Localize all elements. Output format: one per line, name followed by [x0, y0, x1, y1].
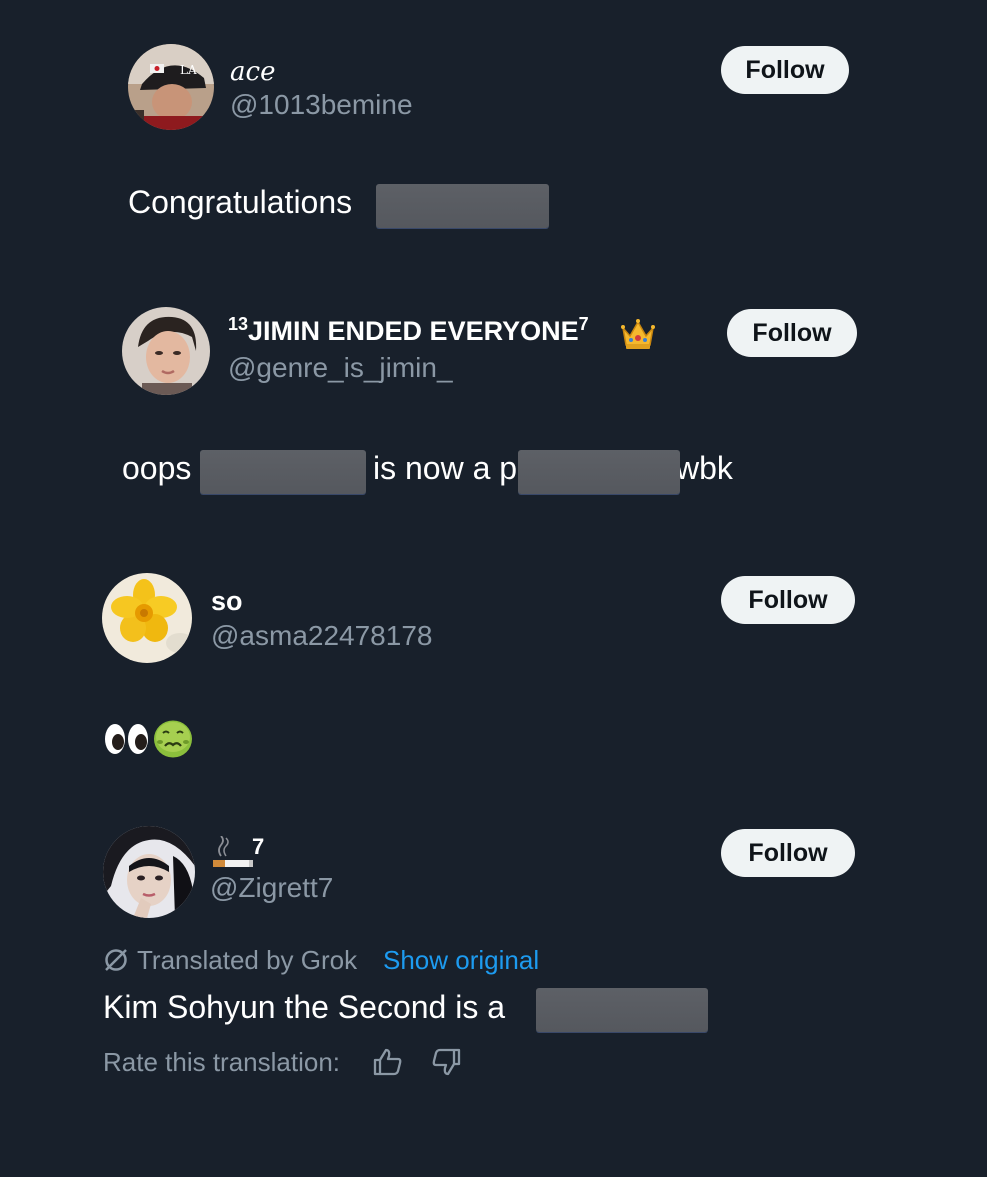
avatar[interactable]: [103, 826, 195, 918]
avatar[interactable]: [122, 307, 210, 395]
eyes-icon: [104, 722, 150, 756]
display-name[interactable]: 13JIMIN ENDED EVERYONE7: [228, 314, 589, 347]
redaction-box: [518, 450, 680, 494]
translated-by-label: Translated by Grok: [137, 945, 358, 975]
reply-text: Kim Sohyun the Second is a: [103, 989, 506, 1025]
redaction-box: [200, 450, 366, 494]
cigarette-icon: [213, 835, 253, 870]
show-original-link[interactable]: Show original: [383, 945, 539, 976]
crown-icon: [620, 318, 656, 350]
avatar[interactable]: [102, 573, 192, 663]
display-name[interactable]: ace: [230, 57, 275, 87]
thumbs-down-icon[interactable]: [430, 1046, 462, 1078]
handle[interactable]: @1013bemine: [230, 89, 413, 121]
translate-icon: [103, 947, 129, 973]
reply-text-end: wbk: [676, 450, 733, 486]
follow-button[interactable]: Follow: [727, 309, 857, 357]
display-name-prefix: 13: [228, 314, 249, 334]
redaction-box: [376, 184, 549, 228]
display-name-suffix: 7: [578, 314, 589, 334]
follow-button[interactable]: Follow: [721, 829, 855, 877]
follow-button[interactable]: Follow: [721, 576, 855, 624]
follow-button[interactable]: Follow: [721, 46, 849, 94]
reply-text-start: oops: [122, 450, 192, 486]
display-name[interactable]: so: [211, 586, 243, 617]
handle[interactable]: @asma22478178: [211, 620, 432, 652]
svg-text:LA: LA: [180, 63, 197, 77]
avatar[interactable]: LA: [128, 44, 214, 130]
thumbs-up-icon[interactable]: [372, 1046, 404, 1078]
display-name[interactable]: 7: [252, 834, 264, 860]
rate-translation-label: Rate this translation:: [103, 1047, 341, 1077]
nauseated-face-icon: [153, 720, 193, 758]
handle[interactable]: @genre_is_jimin_: [228, 352, 453, 384]
reply-text: Congratulations: [128, 184, 353, 220]
reply-text-middle: is now a p: [373, 450, 518, 486]
handle[interactable]: @Zigrett7: [210, 872, 333, 904]
redaction-box: [536, 988, 708, 1032]
display-name-text: JIMIN ENDED EVERYONE: [248, 316, 579, 346]
